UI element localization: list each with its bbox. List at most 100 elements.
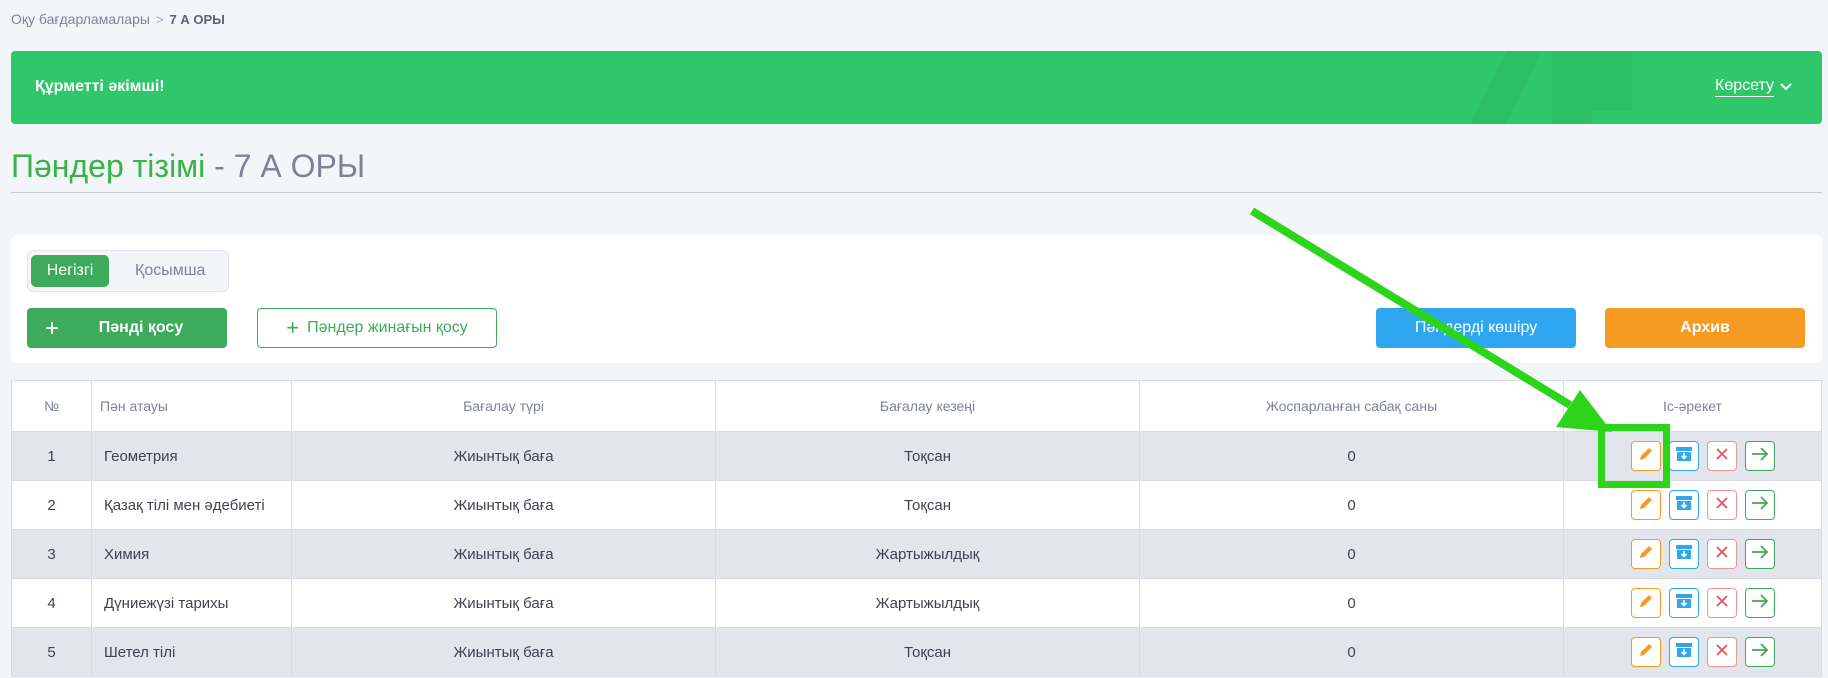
archive-box-icon (1675, 495, 1693, 515)
archive-row-button[interactable] (1668, 539, 1699, 569)
breadcrumb-parent-link[interactable]: Оқу бағдарламалары (11, 11, 150, 27)
page-title: Пәндер тізімі - 7 А ОРЫ (11, 148, 365, 185)
plus-icon: + (45, 315, 60, 342)
add-subject-set-label: Пәндер жинағын қосу (307, 319, 468, 336)
cell-assessment-period: Тоқсан (715, 431, 1140, 481)
pencil-icon (1638, 495, 1654, 515)
pencil-icon (1638, 544, 1654, 564)
edit-button[interactable] (1630, 490, 1661, 520)
banner-decoration-icon (1470, 51, 1632, 124)
banner-show-toggle[interactable]: Көрсету (1715, 77, 1792, 97)
cell-assessment-type: Жиынтық баға (291, 480, 716, 530)
header-assessment-period: Бағалау кезеңі (715, 380, 1140, 432)
archive-row-button[interactable] (1668, 637, 1699, 667)
add-subject-set-button[interactable]: + Пәндер жинағын қосу (257, 308, 497, 348)
open-button[interactable] (1744, 539, 1775, 569)
close-icon (1715, 594, 1729, 612)
cell-actions (1563, 431, 1822, 481)
tab-additional[interactable]: Қосымша (123, 255, 217, 287)
table-row: 4 Дүниежүзі тарихы Жиынтық баға Жартыжылдық… (11, 578, 1822, 628)
cell-planned-lessons: 0 (1139, 529, 1564, 579)
cell-number: 4 (11, 578, 92, 628)
cell-actions (1563, 480, 1822, 530)
edit-button[interactable] (1630, 637, 1661, 667)
cell-subject-name: Қазақ тілі мен әдебиеті (91, 480, 292, 530)
cell-number: 3 (11, 529, 92, 579)
close-icon (1715, 496, 1729, 514)
header-actions: Іс-әрекет (1563, 380, 1822, 432)
arrow-right-icon (1751, 447, 1769, 465)
delete-button[interactable] (1706, 441, 1737, 471)
close-icon (1715, 545, 1729, 563)
close-icon (1715, 447, 1729, 465)
cell-assessment-type: Жиынтық баға (291, 578, 716, 628)
cell-number: 1 (11, 431, 92, 481)
edit-button[interactable] (1630, 588, 1661, 618)
table-row: 2 Қазақ тілі мен әдебиеті Жиынтық баға Тоқс… (11, 480, 1822, 530)
pencil-icon (1638, 446, 1654, 466)
cell-assessment-period: Жартыжылдық (715, 529, 1140, 579)
cell-actions (1563, 529, 1822, 579)
archive-button[interactable]: Архив (1605, 308, 1805, 348)
cell-assessment-type: Жиынтық баға (291, 431, 716, 481)
edit-button[interactable] (1630, 539, 1661, 569)
archive-row-button[interactable] (1668, 441, 1699, 471)
cell-planned-lessons: 0 (1139, 480, 1564, 530)
cell-planned-lessons: 0 (1139, 578, 1564, 628)
arrow-right-icon (1751, 496, 1769, 514)
header-assessment-type: Бағалау түрі (291, 380, 716, 432)
header-subject-name: Пән атауы (91, 380, 292, 432)
add-subject-button[interactable]: + Пәнді қосу (27, 308, 227, 348)
open-button[interactable] (1744, 588, 1775, 618)
subjects-table: № Пән атауы Бағалау түрі Бағалау кезеңі … (11, 380, 1822, 677)
open-button[interactable] (1744, 490, 1775, 520)
delete-button[interactable] (1706, 637, 1737, 667)
breadcrumb-separator: > (155, 11, 164, 27)
cell-subject-name: Химия (91, 529, 292, 579)
cell-subject-name: Геометрия (91, 431, 292, 481)
plus-icon: + (286, 315, 300, 340)
tab-group: Негізгі Қосымша (27, 250, 229, 292)
cell-assessment-type: Жиынтық баға (291, 627, 716, 677)
header-number: № (11, 380, 92, 432)
breadcrumb: Оқу бағдарламалары > 7 А ОРЫ (11, 11, 225, 27)
archive-box-icon (1675, 544, 1693, 564)
archive-row-button[interactable] (1668, 490, 1699, 520)
cell-subject-name: Шетел тілі (91, 627, 292, 677)
table-row: 5 Шетел тілі Жиынтық баға Тоқсан 0 (11, 627, 1822, 677)
delete-button[interactable] (1706, 490, 1737, 520)
chevron-down-icon (1780, 83, 1792, 91)
cell-planned-lessons: 0 (1139, 627, 1564, 677)
page-title-class: - 7 А ОРЫ (205, 148, 366, 184)
banner-show-label: Көрсету (1715, 77, 1774, 97)
page-title-main: Пәндер тізімі (11, 148, 206, 184)
banner-greeting: Құрметті әкімші! (35, 78, 165, 95)
cell-subject-name: Дүниежүзі тарихы (91, 578, 292, 628)
table-row: 1 Геометрия Жиынтық баға Тоқсан 0 (11, 431, 1822, 481)
breadcrumb-current: 7 А ОРЫ (169, 11, 225, 27)
add-subject-label: Пәнді қосу (98, 319, 184, 336)
open-button[interactable] (1744, 441, 1775, 471)
cell-planned-lessons: 0 (1139, 431, 1564, 481)
arrow-right-icon (1751, 643, 1769, 661)
toolbar-card: Негізгі Қосымша + Пәнді қосу + Пәндер жи… (11, 235, 1822, 363)
delete-button[interactable] (1706, 588, 1737, 618)
archive-box-icon (1675, 642, 1693, 662)
cell-actions (1563, 578, 1822, 628)
copy-subjects-button[interactable]: Пәндерді көшіру (1376, 308, 1576, 348)
cell-assessment-period: Жартыжылдық (715, 578, 1140, 628)
table-row: 3 Химия Жиынтық баға Жартыжылдық 0 (11, 529, 1822, 579)
delete-button[interactable] (1706, 539, 1737, 569)
cell-actions (1563, 627, 1822, 677)
cell-number: 5 (11, 627, 92, 677)
pencil-icon (1638, 593, 1654, 613)
open-button[interactable] (1744, 637, 1775, 667)
header-planned-lessons: Жоспарланған сабақ саны (1139, 380, 1564, 432)
archive-box-icon (1675, 446, 1693, 466)
tab-main[interactable]: Негізгі (31, 255, 109, 287)
pencil-icon (1638, 642, 1654, 662)
arrow-right-icon (1751, 545, 1769, 563)
archive-row-button[interactable] (1668, 588, 1699, 618)
edit-button[interactable] (1630, 441, 1661, 471)
cell-assessment-period: Тоқсан (715, 480, 1140, 530)
